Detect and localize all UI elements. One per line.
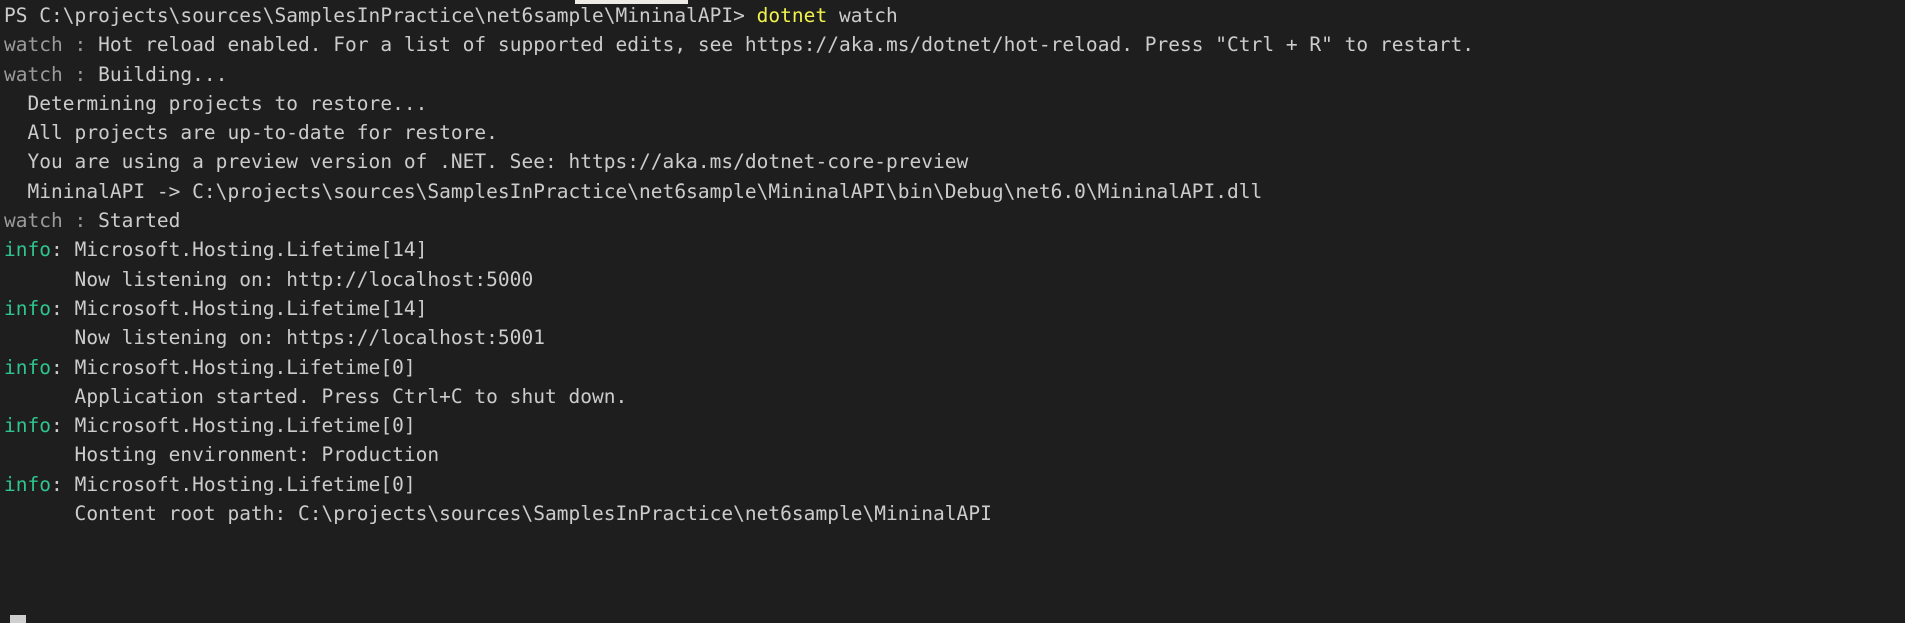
content-root-path-line: Content root path: C:\projects\sources\S… <box>4 499 1905 528</box>
info-lifetime-0-started-line-segment-1: : Microsoft.Hosting.Lifetime[0] <box>51 355 416 379</box>
listening-http-line-segment-0: Now listening on: http://localhost:5000 <box>4 267 534 291</box>
determining-projects-line: Determining projects to restore... <box>4 89 1905 118</box>
info-lifetime-0-started-line-segment-0: info <box>4 355 52 379</box>
hosting-environment-line: Hosting environment: Production <box>4 440 1905 469</box>
watch-started-line-segment-0: watch : <box>4 209 99 233</box>
info-lifetime-0-env-line-segment-0: info <box>4 414 52 438</box>
prompt-line-segment-0: PS C:\projects\sources\SamplesInPractice… <box>4 4 757 27</box>
console-output[interactable]: PS C:\projects\sources\SamplesInPractice… <box>4 1 1905 528</box>
watch-started-line-segment-1: Started <box>98 209 181 233</box>
info-lifetime-0-contentroot-line-segment-0: info <box>4 472 52 496</box>
prompt-line-segment-2: watch <box>827 4 898 27</box>
preview-version-line-segment-0: You are using a preview version of .NET.… <box>4 150 969 174</box>
listening-https-line: Now listening on: https://localhost:5001 <box>4 323 1905 352</box>
determining-projects-line-segment-0: Determining projects to restore... <box>4 91 428 115</box>
hosting-environment-line-segment-0: Hosting environment: Production <box>4 443 440 467</box>
watch-building-line-segment-0: watch : <box>4 62 99 86</box>
watch-building-line-segment-1: Building... <box>98 62 228 86</box>
info-lifetime-0-env-line: info: Microsoft.Hosting.Lifetime[0] <box>4 411 1905 440</box>
projects-up-to-date-line-segment-0: All projects are up-to-date for restore. <box>4 121 498 145</box>
projects-up-to-date-line: All projects are up-to-date for restore. <box>4 118 1905 147</box>
info-lifetime-14-http-line-segment-0: info <box>4 238 52 262</box>
info-lifetime-0-env-line-segment-1: : Microsoft.Hosting.Lifetime[0] <box>51 414 416 438</box>
application-started-line-segment-0: Application started. Press Ctrl+C to shu… <box>4 384 628 408</box>
info-lifetime-14-https-line-segment-1: : Microsoft.Hosting.Lifetime[14] <box>51 296 428 320</box>
application-started-line: Application started. Press Ctrl+C to shu… <box>4 382 1905 411</box>
build-output-dll-line-segment-0: MininalAPI -> C:\projects\sources\Sample… <box>4 179 1263 203</box>
info-lifetime-0-started-line: info: Microsoft.Hosting.Lifetime[0] <box>4 353 1905 382</box>
prompt-line: PS C:\projects\sources\SamplesInPractice… <box>4 1 1905 30</box>
watch-hot-reload-line-segment-0: watch : <box>4 33 99 57</box>
watch-started-line: watch : Started <box>4 206 1905 235</box>
info-lifetime-0-contentroot-line-segment-1: : Microsoft.Hosting.Lifetime[0] <box>51 472 416 496</box>
info-lifetime-14-https-line-segment-0: info <box>4 296 52 320</box>
info-lifetime-14-http-line-segment-1: : Microsoft.Hosting.Lifetime[14] <box>51 238 428 262</box>
text-cursor <box>10 615 26 623</box>
listening-https-line-segment-0: Now listening on: https://localhost:5001 <box>4 326 545 350</box>
watch-building-line: watch : Building... <box>4 60 1905 89</box>
watch-hot-reload-line: watch : Hot reload enabled. For a list o… <box>4 30 1905 59</box>
watch-hot-reload-line-segment-1: Hot reload enabled. For a list of suppor… <box>98 33 1475 57</box>
preview-version-line: You are using a preview version of .NET.… <box>4 147 1905 176</box>
info-lifetime-0-contentroot-line: info: Microsoft.Hosting.Lifetime[0] <box>4 470 1905 499</box>
content-root-path-line-segment-0: Content root path: C:\projects\sources\S… <box>4 502 992 526</box>
info-lifetime-14-http-line: info: Microsoft.Hosting.Lifetime[14] <box>4 235 1905 264</box>
build-output-dll-line: MininalAPI -> C:\projects\sources\Sample… <box>4 177 1905 206</box>
info-lifetime-14-https-line: info: Microsoft.Hosting.Lifetime[14] <box>4 294 1905 323</box>
terminal-window[interactable]: PS C:\projects\sources\SamplesInPractice… <box>0 0 1905 623</box>
listening-http-line: Now listening on: http://localhost:5000 <box>4 265 1905 294</box>
prompt-line-segment-1: dotnet <box>756 4 828 27</box>
